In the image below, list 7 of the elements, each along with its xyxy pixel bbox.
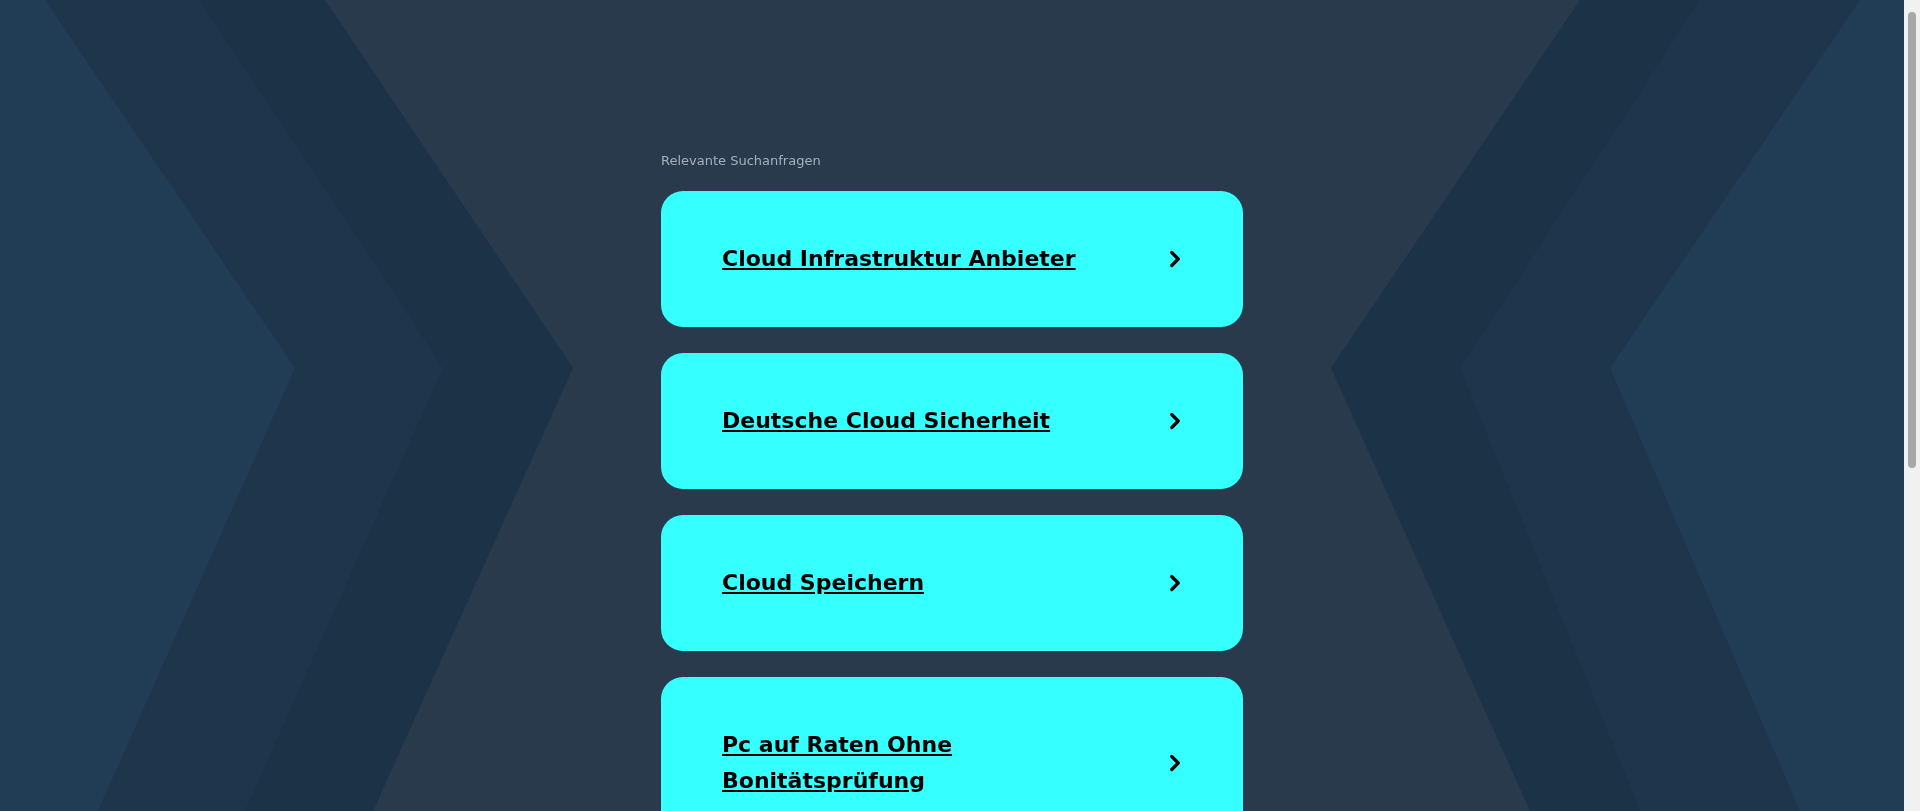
scrollbar-thumb[interactable] (1908, 12, 1916, 468)
search-link[interactable]: Cloud Speichern (661, 514, 1243, 651)
section-heading: Relevante Suchanfragen (661, 152, 822, 170)
scrollbar[interactable] (1904, 0, 1920, 811)
search-link[interactable]: Cloud Infrastruktur Anbieter (661, 190, 1243, 327)
search-link[interactable]: Pc auf Raten Ohne Bonitätsprüfung (661, 676, 1243, 811)
search-link[interactable]: Deutsche Cloud Sicherheit (661, 352, 1243, 489)
